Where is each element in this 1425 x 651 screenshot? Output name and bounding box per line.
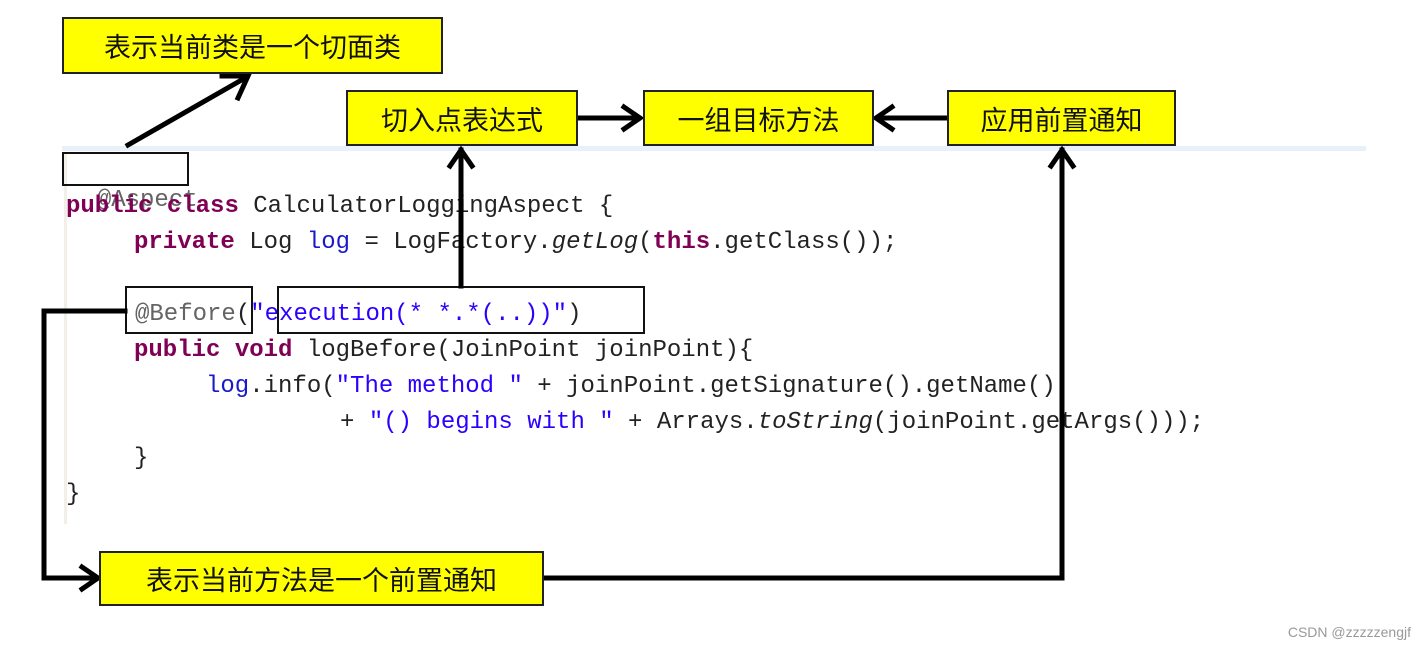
callout-pointcut-expression-label: 切入点表达式 bbox=[381, 105, 543, 137]
callout-target-methods-label: 一组目标方法 bbox=[677, 105, 840, 137]
callout-aspect-class: 表示当前类是一个切面类 bbox=[62, 17, 443, 74]
watermark: CSDN @zzzzzengjf bbox=[1287, 624, 1411, 640]
arrow-before-to-callout bbox=[41, 308, 128, 581]
callout-apply-before-advice: 应用前置通知 bbox=[947, 90, 1176, 146]
arrow-callout-to-apply-advice bbox=[540, 147, 1065, 581]
arrow-aspect-to-callout bbox=[124, 74, 249, 149]
callout-aspect-class-label: 表示当前类是一个切面类 bbox=[104, 33, 401, 64]
callout-pointcut-expression: 切入点表达式 bbox=[346, 90, 578, 146]
callout-apply-before-advice-label: 应用前置通知 bbox=[980, 105, 1143, 137]
callout-before-advice-method-label: 表示当前方法是一个前置通知 bbox=[146, 566, 497, 597]
callout-target-methods: 一组目标方法 bbox=[643, 90, 874, 146]
callout-before-advice-method: 表示当前方法是一个前置通知 bbox=[99, 551, 544, 606]
